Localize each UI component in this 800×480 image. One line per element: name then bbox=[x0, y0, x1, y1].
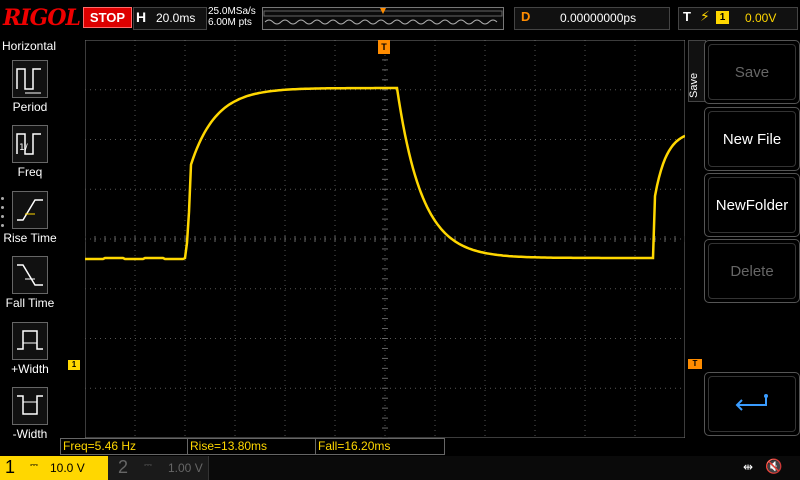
ch1-offset-marker[interactable]: 1 bbox=[68, 360, 80, 370]
period-icon bbox=[12, 60, 48, 98]
measurement-rise: Rise=13.80ms bbox=[187, 438, 316, 455]
svg-text:1/: 1/ bbox=[19, 143, 29, 153]
trigger-source: 1 bbox=[716, 11, 729, 24]
trigger-key: T bbox=[683, 9, 691, 24]
measure-fall-time[interactable]: Fall Time bbox=[0, 252, 60, 316]
fall-time-icon bbox=[12, 256, 48, 294]
delay-key: D bbox=[521, 9, 531, 24]
timebase-value: 20.0ms bbox=[156, 11, 196, 25]
measure-negative-width[interactable]: -Width bbox=[0, 383, 60, 447]
delete-softkey[interactable]: Delete bbox=[704, 239, 800, 303]
usb-icon: ⇹ bbox=[743, 460, 754, 474]
measure-rise-time[interactable]: Rise Time bbox=[0, 187, 60, 251]
trigger-level: 0.00V bbox=[745, 11, 777, 25]
rising-edge-icon: ⚡ bbox=[700, 8, 710, 24]
measure-freq[interactable]: 1/ Freq bbox=[0, 121, 60, 185]
ch2-scale: 1.00 V bbox=[168, 461, 203, 475]
menu-title: Save bbox=[688, 72, 700, 98]
left-menu-title: Horizontal bbox=[2, 39, 57, 53]
return-icon bbox=[735, 394, 768, 411]
positive-width-icon bbox=[12, 322, 48, 360]
ch1-scale: 10.0 V bbox=[50, 461, 85, 475]
ch1-coupling-icon: ⎓ bbox=[30, 460, 38, 471]
frequency-icon: 1/ bbox=[12, 125, 48, 163]
ch2-coupling-icon: ⎓ bbox=[144, 460, 152, 471]
run-stop-status[interactable]: STOP bbox=[83, 7, 132, 28]
timebase-key: H bbox=[136, 9, 147, 25]
measurement-freq: Freq=5.46 Hz bbox=[60, 438, 188, 455]
speaker-mute-icon[interactable]: 🔇 bbox=[765, 458, 782, 475]
ch1-number: 1 bbox=[5, 457, 16, 477]
waveform-display[interactable] bbox=[85, 40, 685, 438]
rigol-logo: RIGOL bbox=[3, 5, 81, 31]
save-softkey[interactable]: Save bbox=[704, 40, 800, 104]
negative-width-icon bbox=[12, 387, 48, 425]
ch1-waveform bbox=[85, 86, 685, 261]
measure-positive-width[interactable]: +Width bbox=[0, 318, 60, 382]
ch2-number: 2 bbox=[118, 457, 129, 477]
delay-value: 0.00000000ps bbox=[560, 11, 637, 25]
trigger-level-marker[interactable]: T bbox=[688, 359, 702, 369]
memory-overview-strip[interactable] bbox=[262, 7, 504, 30]
sample-rate: 25.0MSa/s bbox=[208, 6, 256, 17]
trigger-box[interactable] bbox=[678, 7, 798, 30]
new-file-softkey[interactable]: New File bbox=[704, 107, 800, 171]
rise-time-icon bbox=[12, 191, 48, 229]
measure-period[interactable]: Period bbox=[0, 56, 60, 120]
memory-depth: 6.00M pts bbox=[208, 17, 252, 28]
return-softkey[interactable] bbox=[704, 372, 800, 436]
graticule bbox=[85, 40, 685, 438]
right-softkey-menu: Save New File NewFolder Delete bbox=[704, 40, 800, 438]
trigger-position-marker[interactable]: T bbox=[378, 40, 390, 54]
measurement-fall: Fall=16.20ms bbox=[315, 438, 445, 455]
new-folder-softkey[interactable]: NewFolder bbox=[704, 173, 800, 237]
